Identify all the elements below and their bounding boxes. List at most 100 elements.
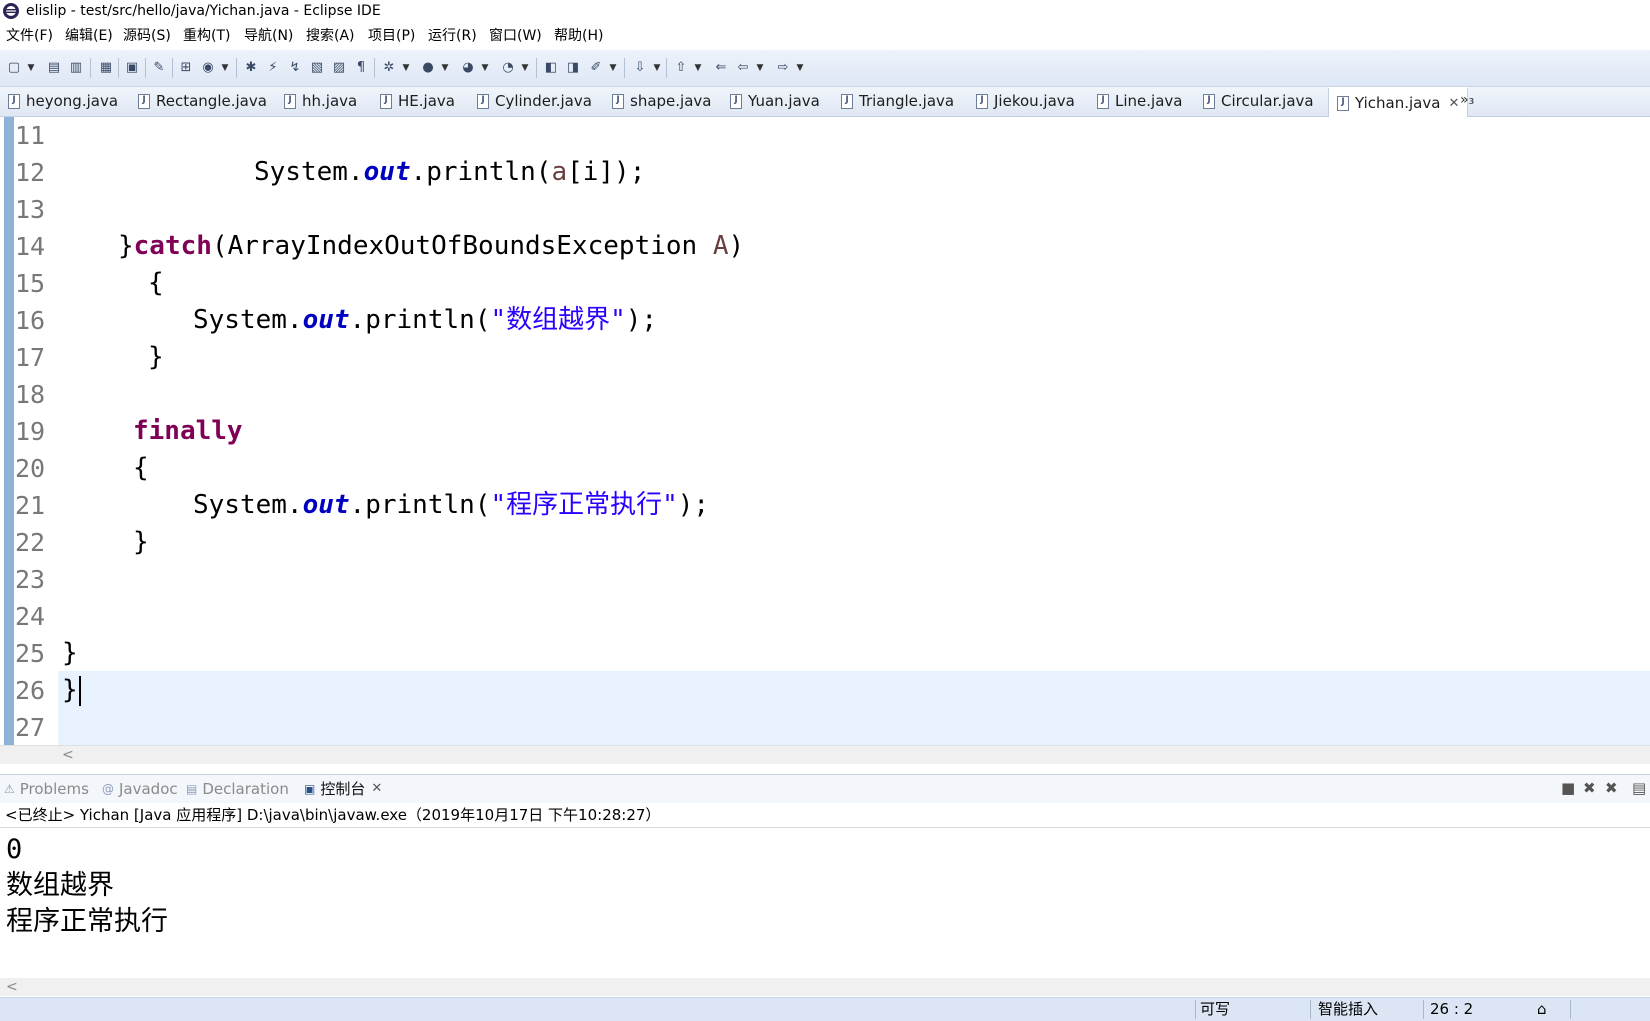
menu-window[interactable]: 窗口(W) (487, 23, 544, 49)
pin-dropdown-icon[interactable]: ▼ (608, 58, 618, 78)
close-icon[interactable]: ✕ (1448, 89, 1459, 118)
menu-refactor[interactable]: 重构(T) (181, 23, 232, 49)
last-edit-icon[interactable]: ⇐ (711, 58, 731, 78)
forward-dropdown-icon[interactable]: ▼ (795, 58, 805, 78)
open-type-icon[interactable]: ✱ (241, 58, 261, 78)
tab-label: Yuan.java (748, 92, 820, 110)
coverage-icon[interactable]: ◕ (458, 58, 478, 78)
main-toolbar: ▢ ▼ ▤ ▥ ▦ ▣ ✎ ⊞ ◉ ▼ ✱ ⚡ ↯ ▧ ▨ ¶ ✲ ▼ ● ▼ … (0, 50, 1650, 87)
debug-icon[interactable]: ✲ (379, 58, 399, 78)
tab-circular[interactable]: J Circular.java (1203, 87, 1314, 116)
tab-shape[interactable]: Jshape.java (612, 87, 711, 116)
save-icon[interactable]: ▤ (44, 58, 64, 78)
more-tabs-button[interactable]: »₃ (1460, 87, 1474, 116)
tab-he[interactable]: J HE.java (380, 87, 455, 116)
tab-label: Problems (19, 780, 89, 798)
console-menu-icon[interactable]: ▤ (1632, 779, 1646, 799)
tab-problems[interactable]: ⚠ Problems (4, 775, 89, 803)
debug-dropdown-icon[interactable]: ▼ (401, 58, 411, 78)
code-line-20: { (133, 453, 149, 483)
menu-file[interactable]: 文件(F) (4, 23, 55, 49)
menu-search[interactable]: 搜索(A) (304, 23, 357, 49)
close-icon[interactable]: ✕ (371, 775, 382, 803)
prev-edit-icon[interactable]: ⇧ (671, 58, 691, 78)
external-tools-icon[interactable]: ◔ (498, 58, 518, 78)
menu-bar: 文件(F) 编辑(E) 源码(S) 重构(T) 导航(N) 搜索(A) 项目(P… (0, 23, 1650, 49)
tab-yuan[interactable]: J Yuan.java (730, 87, 820, 116)
line-number: 13 (15, 195, 46, 224)
console-line: 程序正常执行 (6, 906, 168, 937)
code-line-26: } (62, 672, 1642, 709)
input-method-icon[interactable]: ⌂ (1537, 998, 1547, 1021)
terminate-icon[interactable]: ■ (1561, 779, 1575, 799)
skip-breakpoints-icon[interactable]: ✎ (149, 58, 169, 78)
prev-edit-dropdown-icon[interactable]: ▼ (693, 58, 703, 78)
pin-icon[interactable]: ✐ (586, 58, 606, 78)
new-class-dropdown-icon[interactable]: ▼ (220, 58, 230, 78)
status-separator (1423, 1000, 1424, 1019)
tab-heyong[interactable]: Jheyong.java (8, 87, 118, 116)
tab-hh[interactable]: Jhh.java (284, 87, 357, 116)
menu-run[interactable]: 运行(R) (426, 23, 479, 49)
console-horizontal-scrollbar[interactable]: < (0, 978, 1650, 996)
code-editor[interactable]: 11 12 13 14 15 16 17 18 19 20 21 22 23 2… (0, 117, 1650, 749)
line-number-gutter: 11 12 13 14 15 16 17 18 19 20 21 22 23 2… (15, 117, 55, 746)
back-dropdown-icon[interactable]: ▼ (755, 58, 765, 78)
tab-javadoc[interactable]: @ Javadoc (102, 775, 178, 803)
new-icon[interactable]: ▢ (4, 58, 24, 78)
tab-triangle[interactable]: J Triangle.java (841, 87, 954, 116)
tab-declaration[interactable]: ▤ Declaration (186, 775, 289, 803)
code-text[interactable]: System.out.println(a[i]); }catch(ArrayIn… (62, 117, 1642, 746)
scroll-left-icon[interactable]: < (6, 978, 18, 996)
tab-jiekou[interactable]: J Jiekou.java (976, 87, 1075, 116)
tab-cylinder[interactable]: J Cylinder.java (477, 87, 592, 116)
new-package-icon[interactable]: ⊞ (176, 58, 196, 78)
back-icon[interactable]: ⇦ (733, 58, 753, 78)
new-dropdown-icon[interactable]: ▼ (26, 58, 36, 78)
eclipse-icon (3, 3, 19, 19)
line-number: 27 (15, 713, 46, 742)
tab-line[interactable]: J Line.java (1097, 87, 1182, 116)
pilcrow-icon[interactable]: ¶ (351, 58, 371, 78)
console-output[interactable]: 0 数组越界 程序正常执行 (6, 832, 1606, 940)
remove-all-terminated-icon[interactable]: ✖ (1605, 779, 1618, 799)
save-all-icon[interactable]: ▥ (66, 58, 86, 78)
forward-icon[interactable]: ⇨ (773, 58, 793, 78)
external-tools-dropdown-icon[interactable]: ▼ (520, 58, 530, 78)
menu-navigate[interactable]: 导航(N) (242, 23, 295, 49)
run-dropdown-icon[interactable]: ▼ (440, 58, 450, 78)
new-class-icon[interactable]: ◉ (198, 58, 218, 78)
menu-source[interactable]: 源码(S) (121, 23, 173, 49)
tab-console[interactable]: ▣ 控制台 ✕ (304, 775, 382, 803)
tab-label: shape.java (630, 92, 712, 110)
menu-edit[interactable]: 编辑(E) (63, 23, 115, 49)
java-file-icon: J (284, 94, 296, 109)
editor-tab-bar: Jheyong.java J Rectangle.java Jhh.java JH… (0, 87, 1650, 117)
open-project-icon[interactable]: ◨ (563, 58, 583, 78)
run-icon[interactable]: ● (418, 58, 438, 78)
tab-label: Circular.java (1221, 92, 1314, 110)
menu-help[interactable]: 帮助(H) (552, 23, 605, 49)
next-edit-icon[interactable]: ⇩ (630, 58, 650, 78)
editor-horizontal-scrollbar[interactable]: < (0, 745, 1650, 764)
next-annotation-icon[interactable]: ↯ (285, 58, 305, 78)
show-whitespace-icon[interactable]: ▧ (307, 58, 327, 78)
status-bar: 可写 智能插入 26 : 2 ⌂ (0, 997, 1650, 1021)
coverage-dropdown-icon[interactable]: ▼ (480, 58, 490, 78)
tab-rectangle[interactable]: J Rectangle.java (138, 87, 267, 116)
menu-project[interactable]: 项目(P) (366, 23, 417, 49)
scroll-left-icon[interactable]: < (62, 746, 74, 764)
block-select-icon[interactable]: ▨ (329, 58, 349, 78)
next-edit-dropdown-icon[interactable]: ▼ (652, 58, 662, 78)
java-file-icon: J (1097, 94, 1109, 109)
build-icon[interactable]: ▦ (96, 58, 116, 78)
tab-label: heyong.java (26, 92, 119, 110)
highlight-icon[interactable]: ⚡ (263, 58, 283, 78)
tab-yichan[interactable]: J Yichan.java ✕ (1328, 87, 1469, 118)
tab-label: Cylinder.java (495, 92, 592, 110)
java-file-icon: J (138, 94, 150, 109)
remove-launch-icon[interactable]: ✖ (1583, 779, 1596, 799)
open-folder-icon[interactable]: ◧ (541, 58, 561, 78)
terminal-icon[interactable]: ▣ (122, 58, 142, 78)
